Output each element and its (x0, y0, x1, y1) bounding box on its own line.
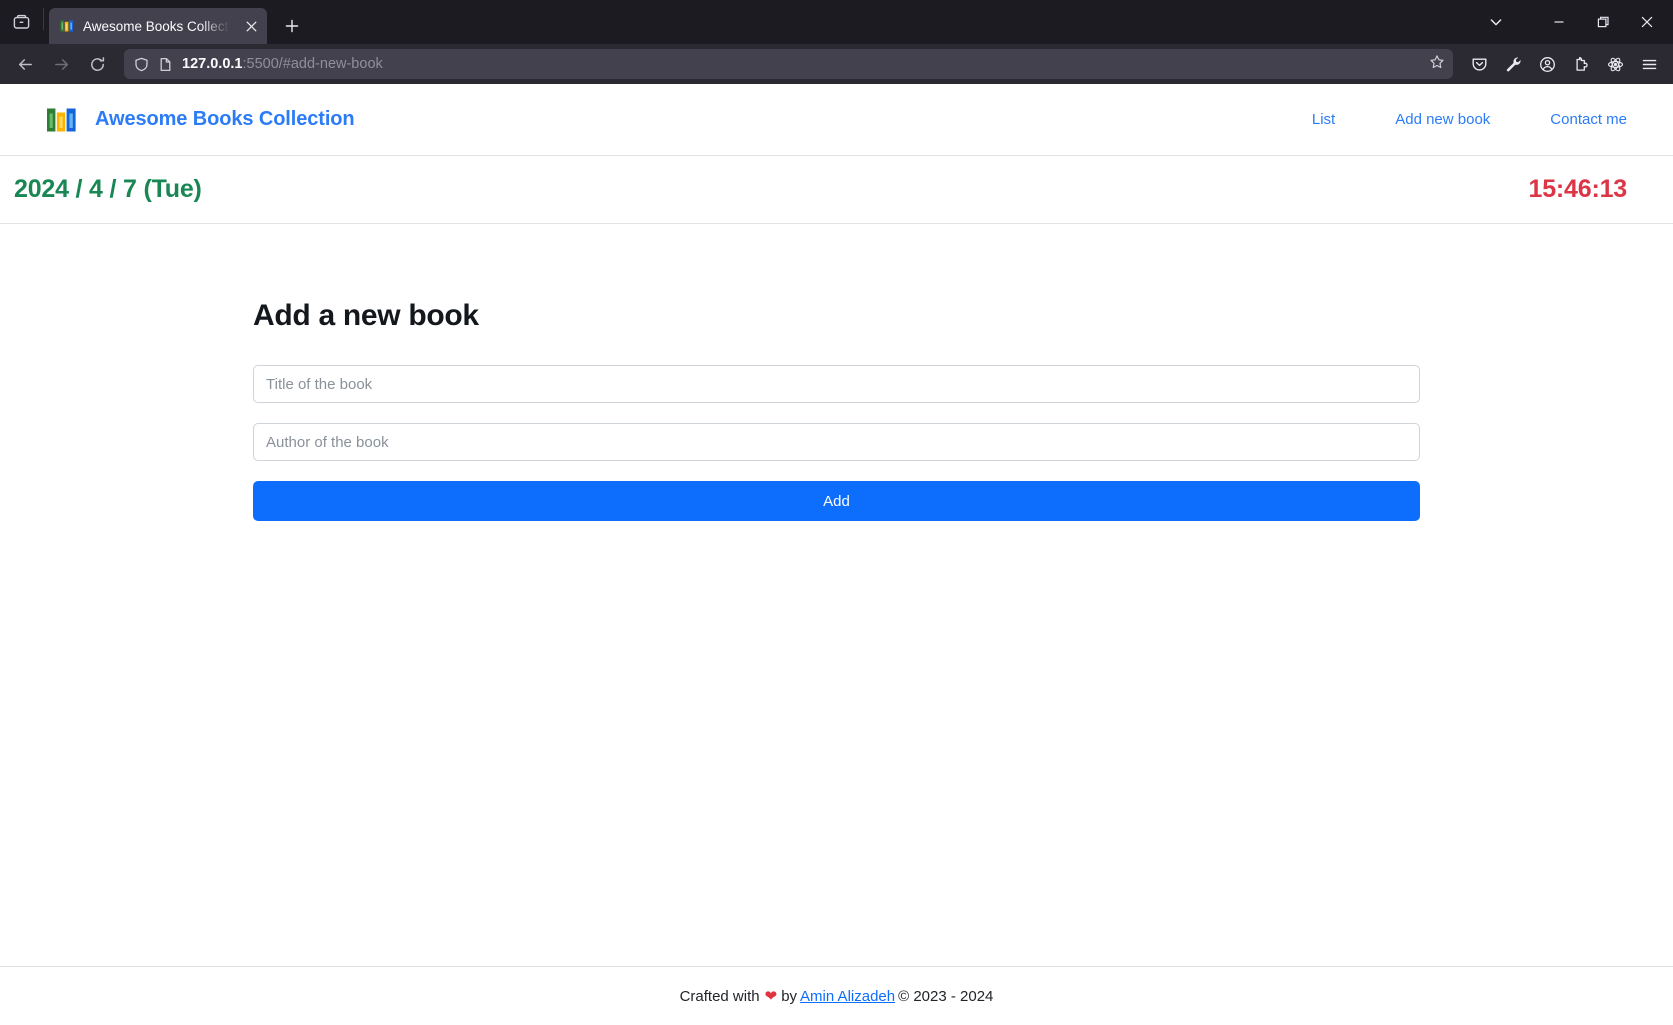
footer-copyright: © 2023 - 2024 (898, 988, 994, 1005)
site-footer: Crafted with ❤ by Amin Alizadeh © 2023 -… (0, 966, 1673, 1025)
current-time: 15:46:13 (1528, 175, 1628, 203)
books-logo-icon (45, 103, 79, 137)
react-devtools-icon[interactable] (1599, 48, 1631, 80)
footer-text: Crafted with ❤ by Amin Alizadeh © 2023 -… (680, 987, 994, 1005)
browser-window: Awesome Books Collecti 127.0.0.1:5500/#a… (0, 0, 1673, 1025)
browser-navigation-bar: 127.0.0.1:5500/#add-new-book (0, 44, 1673, 84)
page-title: Add a new book (253, 299, 479, 332)
tab-strip: Awesome Books Collecti (0, 0, 1673, 44)
browser-toolbar-right (1463, 48, 1665, 80)
browser-tab[interactable]: Awesome Books Collecti (49, 8, 267, 44)
firefox-view-icon[interactable] (4, 5, 38, 39)
add-book-button[interactable]: Add (253, 481, 1420, 521)
tab-strip-left (4, 0, 49, 44)
url-host: 127.0.0.1 (182, 56, 243, 72)
hamburger-menu-icon[interactable] (1633, 48, 1665, 80)
reload-button[interactable] (80, 48, 114, 80)
nav-link-add-new-book[interactable]: Add new book (1365, 103, 1520, 136)
footer-prefix: Crafted with (679, 988, 760, 1005)
window-close-button[interactable] (1625, 2, 1669, 42)
tab-title: Awesome Books Collecti (83, 18, 232, 34)
book-author-input[interactable] (253, 423, 1420, 461)
window-controls (1537, 0, 1669, 44)
tab-favicon-books-icon (59, 18, 75, 34)
shield-icon[interactable] (134, 57, 149, 72)
nav-link-contact-me[interactable]: Contact me (1520, 103, 1635, 136)
window-minimize-button[interactable] (1537, 2, 1581, 42)
page-info-icon[interactable] (158, 57, 173, 72)
new-tab-button[interactable] (275, 9, 309, 43)
heart-icon: ❤ (764, 988, 778, 1005)
site-header: Awesome Books Collection List Add new bo… (0, 84, 1673, 156)
list-all-tabs-button[interactable] (1489, 0, 1503, 44)
brand[interactable]: Awesome Books Collection (45, 103, 355, 137)
pocket-icon[interactable] (1463, 48, 1495, 80)
tab-close-icon[interactable] (241, 16, 261, 36)
tab-strip-divider (43, 8, 44, 30)
footer-by: by (781, 988, 798, 1005)
site-navigation: List Add new book Contact me (1282, 103, 1635, 136)
brand-title: Awesome Books Collection (95, 108, 355, 130)
footer-author-link[interactable]: Amin Alizadeh (800, 988, 895, 1005)
book-title-input[interactable] (253, 365, 1420, 403)
page-viewport: Awesome Books Collection List Add new bo… (0, 84, 1673, 1025)
url-text[interactable]: 127.0.0.1:5500/#add-new-book (182, 56, 1420, 72)
url-path: :5500/#add-new-book (242, 56, 383, 72)
main-content: Add a new book Add (0, 224, 1673, 966)
nav-link-list[interactable]: List (1282, 103, 1365, 136)
window-maximize-button[interactable] (1581, 2, 1625, 42)
account-icon[interactable] (1531, 48, 1563, 80)
bookmark-star-icon[interactable] (1429, 54, 1445, 75)
wrench-icon[interactable] (1497, 48, 1529, 80)
date-time-bar: 2024 / 4 / 7 (Tue) 15:46:13 (0, 156, 1673, 224)
back-button[interactable] (8, 48, 42, 80)
current-date: 2024 / 4 / 7 (Tue) (14, 175, 202, 203)
extensions-icon[interactable] (1565, 48, 1597, 80)
add-book-form: Add a new book Add (253, 299, 1420, 521)
url-bar[interactable]: 127.0.0.1:5500/#add-new-book (124, 49, 1453, 79)
forward-button[interactable] (44, 48, 78, 80)
